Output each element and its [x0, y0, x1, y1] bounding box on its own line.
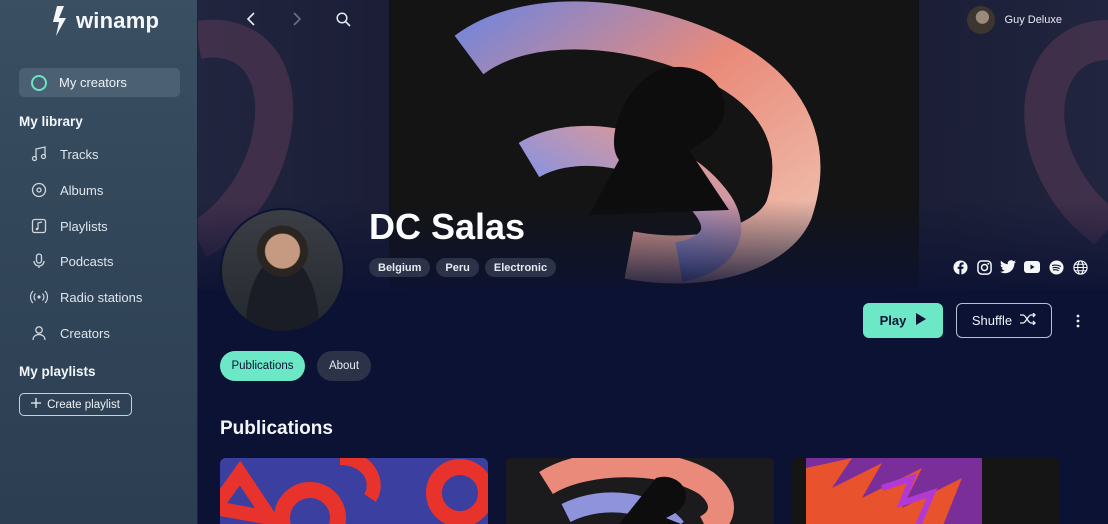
sidebar-item-radio-stations[interactable]: Radio stations — [30, 286, 142, 308]
publication-card[interactable] — [792, 458, 1060, 524]
publication-cover-art — [792, 458, 1060, 524]
play-icon — [916, 313, 927, 328]
plus-icon — [31, 398, 42, 411]
tab-about[interactable]: About — [317, 351, 371, 381]
twitter-icon[interactable] — [1000, 259, 1016, 275]
sidebar-item-creators[interactable]: Creators — [30, 322, 110, 344]
logo-text: winamp — [76, 8, 160, 33]
shuffle-button[interactable]: Shuffle — [956, 303, 1052, 338]
sidebar-item-playlists[interactable]: Playlists — [30, 215, 108, 237]
artist-name: DC Salas — [369, 206, 526, 247]
user-menu[interactable]: Guy Deluxe — [966, 6, 1062, 34]
top-navigation — [242, 10, 352, 28]
tab-publications[interactable]: Publications — [220, 351, 305, 381]
facebook-icon[interactable] — [952, 259, 968, 275]
artist-avatar — [220, 208, 345, 333]
publication-cover-art — [506, 458, 774, 524]
tag-badge[interactable]: Electronic — [484, 258, 557, 277]
sidebar-item-label: Creators — [60, 325, 110, 341]
tag-badge[interactable]: Peru — [436, 258, 479, 277]
music-note-icon — [30, 145, 48, 163]
shuffle-icon — [1020, 312, 1037, 328]
my-creators-label: My creators — [59, 75, 127, 90]
artist-tags: Belgium Peru Electronic — [369, 258, 557, 277]
microphone-icon — [30, 252, 48, 270]
radio-waves-icon — [30, 288, 48, 306]
sidebar-item-podcasts[interactable]: Podcasts — [30, 250, 113, 272]
tag-badge[interactable]: Belgium — [369, 258, 431, 277]
back-arrow-icon[interactable] — [242, 10, 260, 28]
sidebar-item-label: Tracks — [60, 146, 99, 162]
forward-arrow-icon[interactable] — [288, 10, 306, 28]
play-button[interactable]: Play — [863, 303, 943, 338]
publication-card[interactable] — [220, 458, 488, 524]
winamp-bolt-icon — [53, 6, 66, 36]
avatar — [966, 6, 995, 34]
my-playlists-heading: My playlists — [19, 364, 96, 379]
sidebar-item-label: Radio stations — [60, 289, 143, 305]
main-content: Guy Deluxe DC Salas Belgium Peru Electro… — [198, 0, 1108, 524]
user-name: Guy Deluxe — [1004, 14, 1062, 26]
sidebar: winamp My creators My library Tracks Alb… — [0, 0, 198, 524]
sidebar-item-label: Albums — [60, 182, 104, 198]
search-icon[interactable] — [334, 10, 352, 28]
create-playlist-button[interactable]: Create playlist — [19, 393, 132, 416]
publication-cover-art — [220, 458, 488, 524]
create-playlist-label: Create playlist — [47, 398, 120, 411]
creators-ring-icon — [31, 74, 47, 91]
spotify-icon[interactable] — [1048, 259, 1064, 275]
publications-heading: Publications — [220, 418, 333, 439]
shuffle-label: Shuffle — [971, 313, 1013, 328]
play-label: Play — [879, 313, 907, 328]
youtube-icon[interactable] — [1024, 259, 1040, 275]
my-creators-button[interactable]: My creators — [19, 68, 180, 97]
globe-icon[interactable] — [1072, 259, 1088, 275]
more-options-icon[interactable] — [1070, 310, 1086, 332]
instagram-icon[interactable] — [976, 259, 992, 275]
disc-icon — [30, 181, 48, 199]
winamp-logo[interactable]: winamp — [52, 6, 159, 36]
my-library-heading: My library — [19, 114, 83, 129]
sidebar-item-label: Podcasts — [60, 253, 114, 269]
publication-card[interactable] — [506, 458, 774, 524]
sidebar-item-tracks[interactable]: Tracks — [30, 143, 99, 165]
playlist-icon — [30, 217, 48, 235]
social-links — [952, 259, 1088, 275]
sidebar-item-label: Playlists — [60, 218, 108, 234]
person-icon — [30, 324, 48, 342]
sidebar-item-albums[interactable]: Albums — [30, 179, 103, 201]
